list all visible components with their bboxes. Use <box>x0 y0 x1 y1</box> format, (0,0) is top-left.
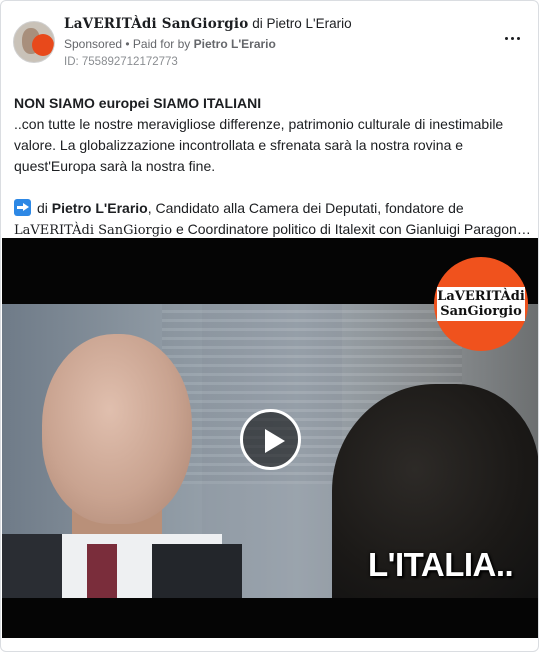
page-title-suffix: di Pietro L'Erario <box>252 16 352 31</box>
logo-line-1: LaVERITÀdi <box>437 289 525 304</box>
more-horizontal-icon <box>516 36 520 40</box>
right-arrow-emoji-icon <box>14 199 31 216</box>
post-paragraph: ..con tutte le nostre meravigliose diffe… <box>14 116 504 174</box>
post-header: LaVERITÀdi SanGiorgio di Pietro L'Erario… <box>13 15 528 75</box>
video-player[interactable]: LaVERITÀdi SanGiorgio L'ITALIA.. <box>2 238 538 638</box>
page-avatar[interactable] <box>13 21 55 63</box>
avatar-logo-badge <box>32 34 54 56</box>
page-brand-link[interactable]: LaVERITÀdi SanGiorgio <box>64 16 248 32</box>
more-horizontal-icon <box>510 36 514 40</box>
author-name-link[interactable]: Pietro L'Erario <box>52 200 148 216</box>
post-headline: NON SIAMO europei SIAMO ITALIANI <box>14 95 262 111</box>
more-horizontal-icon <box>504 36 508 40</box>
page-title: LaVERITÀdi SanGiorgio di Pietro L'Erario <box>64 15 484 33</box>
role-suffix: e Coordinatore politico di Italexit con … <box>172 221 529 237</box>
play-icon <box>265 429 285 453</box>
more-options-button[interactable] <box>502 31 522 45</box>
video-caption: L'ITALIA.. <box>368 546 514 583</box>
inline-brand: LaVERITÀdi SanGiorgio <box>14 223 173 238</box>
post-author-line: di Pietro L'Erario, Candidato alla Camer… <box>14 198 529 219</box>
post-body: NON SIAMO europei SIAMO ITALIANI ..con t… <box>14 93 529 241</box>
play-button[interactable] <box>240 409 301 470</box>
sponsored-post-card: LaVERITÀdi SanGiorgio di Pietro L'Erario… <box>0 0 539 652</box>
author-prefix: di <box>37 200 48 216</box>
author-suffix: , Candidato alla Camera dei Deputati, fo… <box>147 200 464 216</box>
ad-id: ID: 755892712172773 <box>64 56 178 68</box>
sponsored-line: Sponsored • Paid for by Pietro L'Erario <box>64 36 484 52</box>
paid-for-name[interactable]: Pietro L'Erario <box>194 37 276 51</box>
paid-for-prefix: • Paid for by <box>125 37 191 51</box>
logo-line-2: SanGiorgio <box>440 304 522 319</box>
video-brand-logo: LaVERITÀdi SanGiorgio <box>434 257 528 351</box>
sponsored-label: Sponsored <box>64 37 123 51</box>
post-meta: LaVERITÀdi SanGiorgio di Pietro L'Erario… <box>64 15 484 70</box>
